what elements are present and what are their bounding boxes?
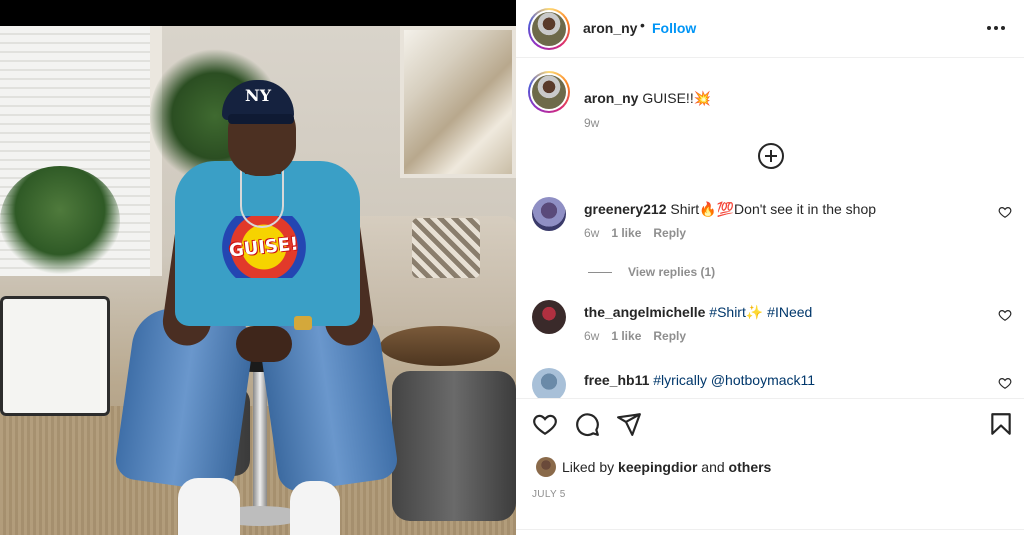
cap-logo-text: NY <box>244 86 272 105</box>
post-photo[interactable]: GUISE! NY <box>0 26 516 535</box>
heart-icon[interactable] <box>998 376 1012 390</box>
comment-hashtags[interactable]: #Shirt✨ #INeed <box>709 304 812 320</box>
post-photo-pane: GUISE! NY <box>0 0 516 535</box>
heart-icon[interactable] <box>998 308 1012 322</box>
comment-username[interactable]: greenery212 <box>584 201 667 217</box>
bookmark-icon[interactable] <box>988 411 1014 437</box>
comments-list: aron_ny GUISE!!💥 9w greenery212 Shirt🔥💯D… <box>516 59 1024 398</box>
comment-text: free_hb11 #lyrically @hotboymack11 <box>584 372 815 388</box>
comment-item: the_angelmichelle #Shirt✨ #INeed 6w 1 lik… <box>532 300 1012 360</box>
liked-by-and: and <box>701 459 725 475</box>
caption-username[interactable]: aron_ny <box>584 90 638 106</box>
liked-by-prefix: Liked by <box>562 459 615 475</box>
author-username[interactable]: aron_ny <box>583 20 637 36</box>
heart-icon[interactable] <box>532 411 558 437</box>
liked-by-text: Liked by keepingdior and others <box>562 459 771 475</box>
likes-others-link[interactable]: others <box>729 459 772 475</box>
commenter-avatar[interactable] <box>532 300 566 334</box>
heart-icon[interactable] <box>998 205 1012 219</box>
sneaker-left <box>178 478 240 535</box>
caption-avatar[interactable] <box>528 71 570 113</box>
caption-text: aron_ny GUISE!!💥 <box>584 90 1004 107</box>
commenter-avatar[interactable] <box>532 197 566 231</box>
comment-item: greenery212 Shirt🔥💯Don't see it in the s… <box>532 197 1012 257</box>
reply-button[interactable]: Reply <box>653 226 686 240</box>
liker-username[interactable]: keepingdior <box>618 459 697 475</box>
view-replies-button[interactable]: View replies (1) <box>588 265 715 279</box>
follow-button[interactable]: Follow <box>652 20 696 36</box>
view-replies-label: View replies (1) <box>628 265 716 279</box>
post-date[interactable]: JULY 5 <box>532 489 566 500</box>
send-icon[interactable] <box>616 411 642 437</box>
clasped-hands <box>236 326 292 362</box>
comment-body: Shirt🔥💯Don't see it in the shop <box>670 201 877 217</box>
comment-text: the_angelmichelle #Shirt✨ #INeed <box>584 304 812 321</box>
wristwatch <box>294 316 312 330</box>
comment-time[interactable]: 6w <box>584 226 599 240</box>
white-chair <box>0 296 110 416</box>
comment-time[interactable]: 6w <box>584 329 599 343</box>
post-actions: Liked by keepingdior and others JULY 5 <box>516 398 1024 535</box>
caption-body: GUISE!!💥 <box>642 90 712 106</box>
comment-icon[interactable] <box>574 411 600 437</box>
sneaker-right <box>290 481 340 535</box>
comment-username[interactable]: free_hb11 <box>584 372 649 388</box>
caption-timestamp[interactable]: 9w <box>584 116 599 130</box>
more-horizontal-icon[interactable] <box>984 16 1008 40</box>
header-separator: • <box>640 17 645 33</box>
cap-brim <box>228 114 294 124</box>
comment-likes[interactable]: 1 like <box>611 226 641 240</box>
stool-pole <box>253 366 267 516</box>
commenter-avatar[interactable] <box>532 368 566 398</box>
plus-circle-icon[interactable] <box>758 143 784 169</box>
shirt-graphic-text: GUISE! <box>228 232 300 262</box>
comment-hashtags[interactable]: #lyrically @hotboymack11 <box>653 372 815 388</box>
liker-avatar[interactable] <box>536 457 556 477</box>
actions-divider <box>516 529 1024 530</box>
comment-likes[interactable]: 1 like <box>611 329 641 343</box>
wall-painting <box>400 26 516 178</box>
coffee-table <box>380 326 500 366</box>
comment-text: greenery212 Shirt🔥💯Don't see it in the s… <box>584 201 876 218</box>
comment-meta: 6w 1 like Reply <box>584 226 686 240</box>
post-header: aron_ny • Follow <box>516 0 1024 58</box>
comment-item: free_hb11 #lyrically @hotboymack11 <box>532 368 1012 398</box>
reply-button[interactable]: Reply <box>653 329 686 343</box>
post-sidebar: aron_ny • Follow aron_ny GUISE!!💥 9w gre… <box>516 0 1024 535</box>
replies-divider <box>588 272 612 274</box>
comment-username[interactable]: the_angelmichelle <box>584 304 705 320</box>
plant-left <box>0 166 120 276</box>
ottoman-right <box>392 371 516 521</box>
instagram-post-view: GUISE! NY aron_ny • Follow aron_ny GUISE… <box>0 0 1024 535</box>
houndstooth-pillow <box>412 218 480 278</box>
author-avatar[interactable] <box>528 8 570 50</box>
comment-meta: 6w 1 like Reply <box>584 329 686 343</box>
